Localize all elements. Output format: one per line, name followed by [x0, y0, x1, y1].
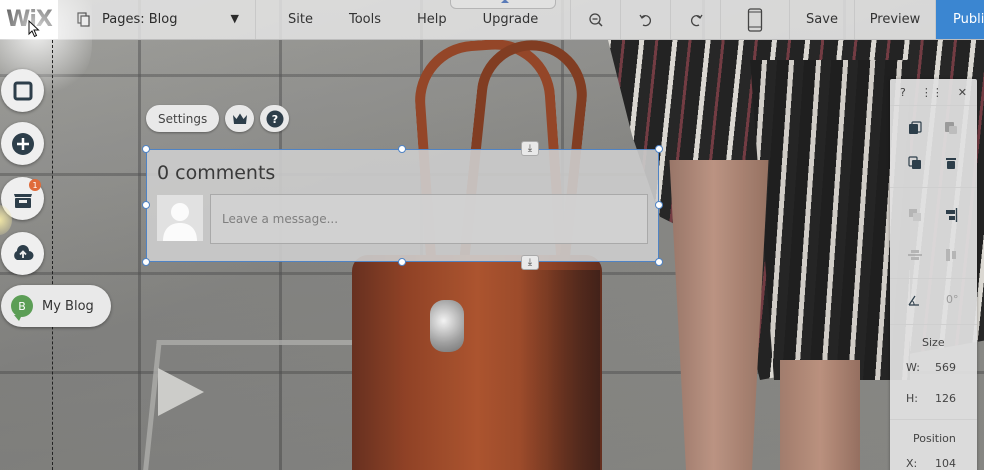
- panel-divider: [890, 419, 977, 420]
- pages-dropdown[interactable]: Pages: Blog ▼: [58, 0, 256, 39]
- settings-button[interactable]: Settings: [146, 105, 220, 132]
- resize-handle-top[interactable]: [398, 145, 406, 153]
- undo-button[interactable]: [620, 0, 670, 39]
- paste-glyph: [945, 122, 957, 134]
- user-avatar-icon: [163, 203, 197, 241]
- widget-toolbar: Settings ?: [146, 105, 290, 132]
- duplicate-glyph: [908, 156, 921, 169]
- trash-glyph: [946, 158, 956, 169]
- inspector-panel: ? ⋮⋮ ✕ 0° Size W: 569 H: 126 Position X:…: [890, 79, 977, 470]
- anchor-top-icon[interactable]: ⤓: [521, 141, 539, 156]
- save-button[interactable]: Save: [790, 0, 855, 39]
- background-button[interactable]: [1, 69, 44, 112]
- rotation-value[interactable]: 0°: [946, 293, 959, 306]
- pages-label: Pages: Blog: [102, 12, 178, 27]
- align-glyph: [946, 208, 958, 222]
- resize-handle-right[interactable]: [655, 201, 663, 209]
- zoom-out-icon: [588, 12, 603, 27]
- nav-help[interactable]: Help: [417, 12, 447, 27]
- publish-button[interactable]: Publish: [936, 0, 984, 39]
- match-size-icon[interactable]: [941, 245, 961, 265]
- resize-handle-left[interactable]: [142, 201, 150, 209]
- add-icon: [11, 132, 34, 155]
- nav-upgrade[interactable]: Upgrade: [483, 12, 539, 27]
- redo-button[interactable]: [670, 0, 720, 39]
- position-label: Position: [913, 432, 956, 445]
- x-label: X:: [906, 457, 918, 470]
- panel-divider: [890, 278, 977, 279]
- mouse-cursor-icon: [28, 20, 40, 38]
- distribute-icon[interactable]: [905, 245, 925, 265]
- publish-label: Publish: [953, 12, 984, 27]
- drag-handle-icon[interactable]: ⋮⋮: [921, 86, 943, 99]
- trash-icon[interactable]: [941, 153, 961, 173]
- pages-icon: [77, 11, 90, 27]
- resize-handle-bottom-left[interactable]: [142, 258, 150, 266]
- collapse-topbar-tab[interactable]: [450, 0, 556, 9]
- upgrade-crown-button[interactable]: [225, 105, 255, 132]
- panel-divider: [890, 187, 977, 188]
- width-label: W:: [906, 361, 920, 374]
- notification-badge: 1: [29, 179, 41, 191]
- page-margin-guide: [52, 40, 53, 470]
- paste-icon[interactable]: [941, 118, 961, 138]
- my-blog-label: My Blog: [42, 298, 94, 314]
- duplicate-icon[interactable]: [905, 153, 925, 173]
- height-value[interactable]: 126: [935, 392, 956, 405]
- close-icon[interactable]: ✕: [958, 86, 967, 99]
- size-label: Size: [922, 336, 945, 349]
- nav-tools[interactable]: Tools: [349, 12, 381, 27]
- comments-count: 0 comments: [157, 162, 276, 184]
- comment-input[interactable]: [210, 194, 648, 244]
- blog-icon: B: [11, 295, 33, 321]
- redo-icon: [690, 14, 703, 26]
- arrange-glyph: [909, 209, 921, 221]
- top-nav: Site Tools Help Upgrade: [256, 0, 570, 39]
- background-icon: [13, 81, 32, 100]
- width-value[interactable]: 569: [935, 361, 956, 374]
- chevron-down-icon: ▼: [230, 12, 239, 25]
- x-value[interactable]: 104: [935, 457, 956, 470]
- help-button[interactable]: ?: [260, 105, 290, 132]
- distribute-glyph: [908, 250, 922, 260]
- mobile-view-button[interactable]: [720, 0, 790, 39]
- preview-button[interactable]: Preview: [855, 0, 936, 39]
- help-icon: ?: [266, 110, 284, 127]
- copy-glyph: [909, 121, 922, 134]
- comments-widget[interactable]: 0 comments: [146, 149, 659, 262]
- anchor-bottom-icon[interactable]: ⤓: [521, 255, 539, 270]
- rotate-glyph: [908, 295, 919, 306]
- nav-site[interactable]: Site: [288, 12, 313, 27]
- add-button[interactable]: [1, 122, 44, 165]
- my-blog-button[interactable]: B My Blog: [1, 285, 111, 327]
- panel-help-icon[interactable]: ?: [900, 86, 906, 99]
- cloud-upload-icon: [13, 244, 33, 260]
- mobile-device-icon: [747, 7, 763, 32]
- resize-handle-top-left[interactable]: [142, 145, 150, 153]
- preview-label: Preview: [869, 12, 921, 27]
- resize-handle-bottom-right[interactable]: [655, 258, 663, 266]
- panel-header[interactable]: ? ⋮⋮ ✕: [890, 79, 977, 105]
- crown-icon: [232, 113, 247, 124]
- save-label: Save: [806, 12, 838, 27]
- resize-handle-bottom[interactable]: [398, 258, 406, 266]
- settings-label: Settings: [158, 111, 208, 126]
- match-size-glyph: [946, 249, 956, 261]
- zoom-out-button[interactable]: [570, 0, 620, 39]
- arrange-back-icon[interactable]: [905, 205, 925, 225]
- panel-divider: [890, 324, 977, 325]
- avatar: [157, 195, 203, 241]
- resize-handle-top-right[interactable]: [655, 145, 663, 153]
- height-label: H:: [906, 392, 918, 405]
- upload-button[interactable]: [1, 232, 44, 275]
- rotate-icon[interactable]: [904, 290, 924, 310]
- panel-divider: [890, 105, 977, 106]
- align-right-icon[interactable]: [941, 205, 961, 225]
- editor-top-bar: WiX Pages: Blog ▼ Site Tools Help Upgrad…: [0, 0, 984, 40]
- svg-text:?: ?: [272, 113, 278, 126]
- undo-icon: [638, 14, 651, 26]
- copy-icon[interactable]: [905, 118, 925, 138]
